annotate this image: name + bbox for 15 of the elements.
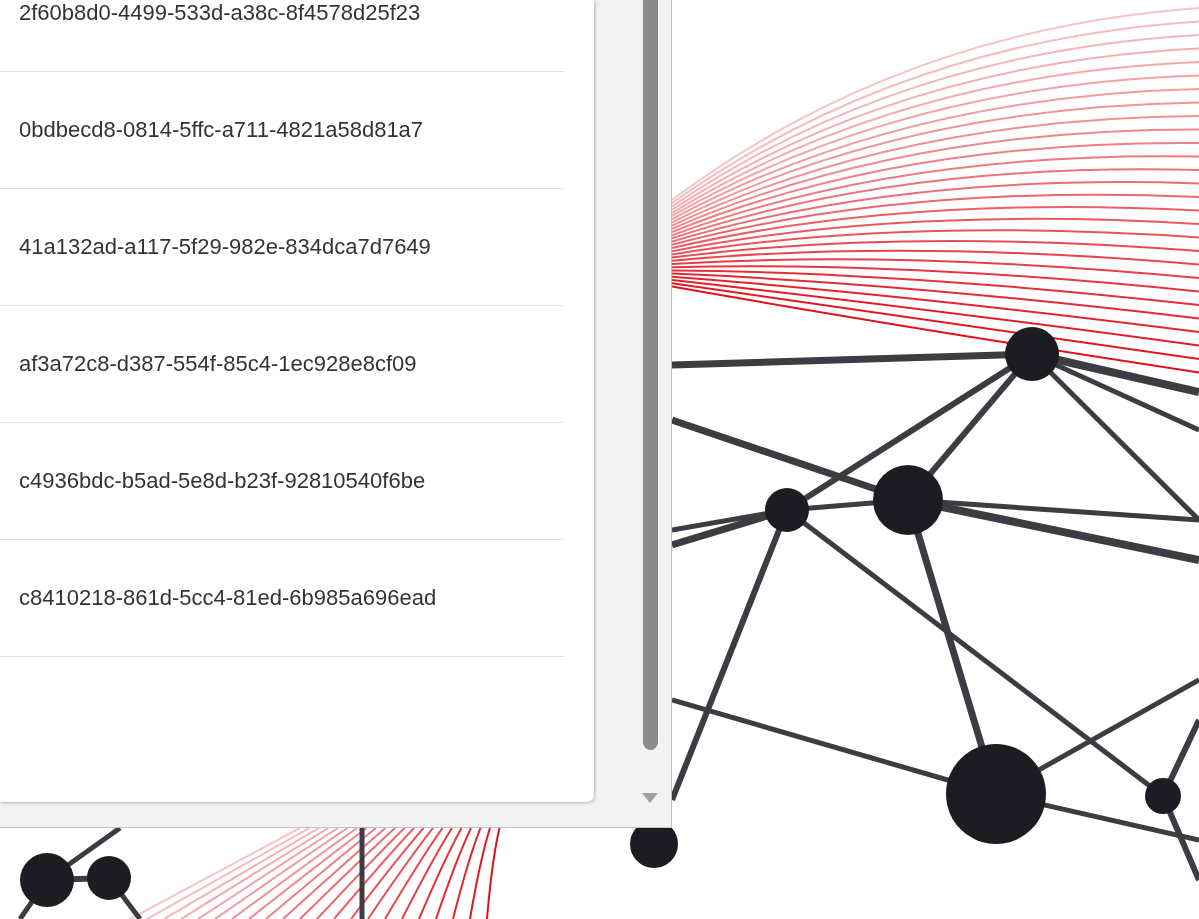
- list-item[interactable]: 0bdbecd8-0814-5ffc-a711-4821a58d81a7: [0, 72, 564, 189]
- graph-node: [1145, 778, 1181, 814]
- list-item[interactable]: 41a132ad-a117-5f29-982e-834dca7d7649: [0, 189, 564, 306]
- graph-node: [87, 856, 131, 900]
- graph-node: [873, 465, 943, 535]
- scroll-down-icon[interactable]: [641, 792, 659, 804]
- list-item[interactable]: 2f60b8d0-4499-533d-a38c-8f4578d25f23: [0, 0, 564, 72]
- graph-node: [765, 488, 809, 532]
- list-item[interactable]: c4936bdc-b5ad-5e8d-b23f-92810540f6be: [0, 423, 564, 540]
- list-item[interactable]: af3a72c8-d387-554f-85c4-1ec928e8cf09: [0, 306, 564, 423]
- graph-node: [1005, 327, 1059, 381]
- scrollbar-thumb[interactable]: [643, 0, 658, 750]
- graph-node: [20, 853, 74, 907]
- list-item[interactable]: c8410218-861d-5cc4-81ed-6b985a696ead: [0, 540, 564, 657]
- graph-node: [630, 828, 678, 868]
